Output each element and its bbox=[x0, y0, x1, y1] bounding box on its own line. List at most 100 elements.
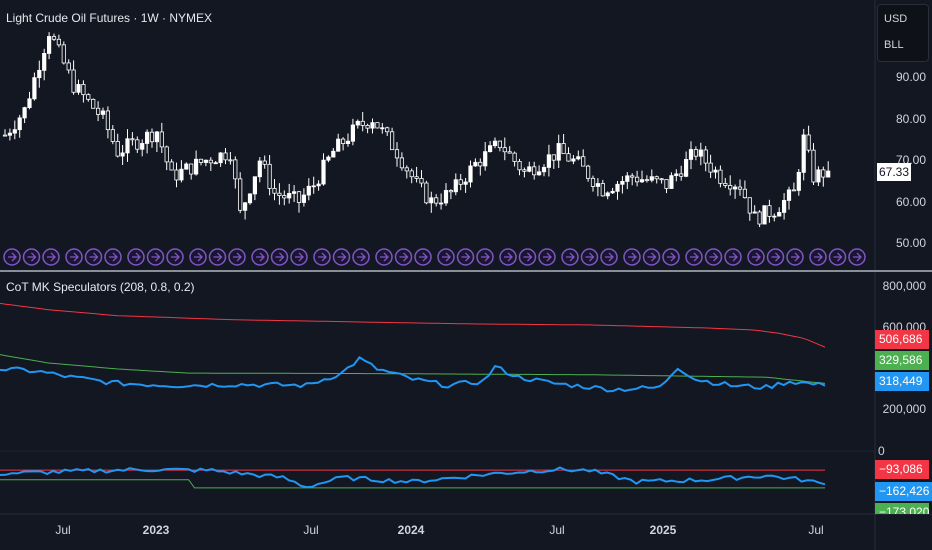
candle-body bbox=[100, 110, 106, 115]
event-icon[interactable] bbox=[809, 248, 827, 266]
candle-body bbox=[125, 138, 130, 154]
event-icon[interactable] bbox=[228, 248, 246, 266]
candle-body bbox=[282, 195, 287, 199]
candle-body bbox=[586, 165, 591, 179]
chart-canvas[interactable] bbox=[0, 0, 932, 550]
event-icon[interactable] bbox=[766, 248, 785, 266]
event-icon[interactable] bbox=[146, 248, 165, 266]
candle-body bbox=[713, 169, 718, 173]
event-icon[interactable] bbox=[518, 248, 537, 266]
cot-long-line bbox=[0, 302, 826, 348]
event-icon[interactable] bbox=[22, 248, 41, 266]
event-icon[interactable] bbox=[290, 248, 308, 266]
candle-body bbox=[419, 178, 424, 184]
event-icon[interactable] bbox=[786, 248, 804, 266]
candle-body bbox=[51, 36, 57, 40]
event-icon[interactable] bbox=[313, 248, 331, 266]
candle-body bbox=[424, 182, 429, 204]
event-icon[interactable] bbox=[848, 248, 866, 266]
event-icon[interactable] bbox=[3, 248, 21, 266]
value-tag-green: 329,586 bbox=[875, 351, 929, 370]
indicator-tick: 0 bbox=[878, 444, 885, 458]
event-icon[interactable] bbox=[724, 248, 742, 266]
indicator-tick: 800,000 bbox=[882, 279, 926, 293]
candle-body bbox=[473, 161, 478, 167]
candle-body bbox=[76, 84, 81, 93]
candle-body bbox=[213, 162, 218, 165]
candle-body bbox=[287, 193, 292, 199]
event-icon[interactable] bbox=[580, 248, 599, 266]
candle-body bbox=[688, 149, 694, 160]
candle-body bbox=[463, 181, 468, 185]
event-icon[interactable] bbox=[747, 248, 765, 266]
candle-body bbox=[404, 167, 409, 172]
event-icon[interactable] bbox=[375, 248, 393, 266]
event-icon[interactable] bbox=[332, 248, 351, 266]
event-icon[interactable] bbox=[662, 248, 680, 266]
event-icon[interactable] bbox=[456, 248, 475, 266]
candle-body bbox=[179, 168, 184, 181]
candle-body bbox=[86, 94, 91, 100]
event-icon[interactable] bbox=[270, 248, 289, 266]
candle-body bbox=[81, 84, 86, 96]
event-icon[interactable] bbox=[104, 248, 122, 266]
candle-body bbox=[600, 183, 605, 197]
candle-body bbox=[757, 211, 762, 225]
event-icon[interactable] bbox=[394, 248, 413, 266]
candle-body bbox=[61, 44, 66, 64]
candle-body bbox=[272, 188, 277, 194]
candle-body bbox=[394, 149, 400, 159]
event-icon[interactable] bbox=[127, 248, 145, 266]
candle-body bbox=[723, 182, 728, 186]
event-icon[interactable] bbox=[352, 248, 370, 266]
event-icon[interactable] bbox=[42, 248, 60, 266]
event-icon[interactable] bbox=[600, 248, 618, 266]
event-icon[interactable] bbox=[65, 248, 83, 266]
event-icon[interactable] bbox=[561, 248, 579, 266]
candle-body bbox=[791, 189, 797, 192]
event-icon[interactable] bbox=[166, 248, 184, 266]
candle-body bbox=[571, 158, 576, 162]
unit-selector[interactable]: USD BLL bbox=[877, 4, 929, 62]
candle-body bbox=[693, 149, 699, 157]
candle-body bbox=[581, 156, 586, 167]
candle-body bbox=[149, 131, 155, 143]
candle-body bbox=[576, 156, 581, 160]
event-icon[interactable] bbox=[538, 248, 556, 266]
event-icon[interactable] bbox=[623, 248, 641, 266]
candle-body bbox=[115, 141, 120, 157]
candle-body bbox=[365, 125, 370, 129]
event-icon[interactable] bbox=[828, 248, 847, 266]
candle-body bbox=[698, 149, 703, 157]
candle-body bbox=[159, 131, 164, 148]
candle-body bbox=[639, 179, 645, 183]
event-icon[interactable] bbox=[208, 248, 227, 266]
candle-body bbox=[453, 179, 458, 193]
event-icon[interactable] bbox=[437, 248, 455, 266]
event-icon[interactable] bbox=[642, 248, 661, 266]
event-icon[interactable] bbox=[414, 248, 432, 266]
candle-body bbox=[801, 134, 806, 173]
time-axis-label: 2024 bbox=[397, 523, 425, 537]
candle-body bbox=[733, 186, 738, 190]
event-icon[interactable] bbox=[476, 248, 494, 266]
candle-body bbox=[541, 167, 547, 173]
event-icon[interactable] bbox=[499, 248, 517, 266]
time-axis-label: 2023 bbox=[142, 523, 170, 537]
candle-body bbox=[728, 185, 733, 190]
candle-body bbox=[120, 152, 125, 157]
candle-body bbox=[777, 212, 782, 217]
candle-body bbox=[144, 131, 150, 144]
event-icon[interactable] bbox=[189, 248, 207, 266]
candle-body bbox=[747, 197, 752, 214]
candle-body bbox=[247, 193, 253, 204]
candle-body bbox=[203, 159, 208, 163]
event-icon[interactable] bbox=[84, 248, 103, 266]
event-icon[interactable] bbox=[704, 248, 723, 266]
candle-body bbox=[7, 132, 12, 136]
candle-body bbox=[385, 127, 390, 133]
candle-body bbox=[590, 177, 596, 187]
indicator-title[interactable]: CoT MK Speculators (208, 0.8, 0.2) bbox=[6, 280, 195, 294]
event-icon[interactable] bbox=[251, 248, 269, 266]
event-icon[interactable] bbox=[685, 248, 703, 266]
